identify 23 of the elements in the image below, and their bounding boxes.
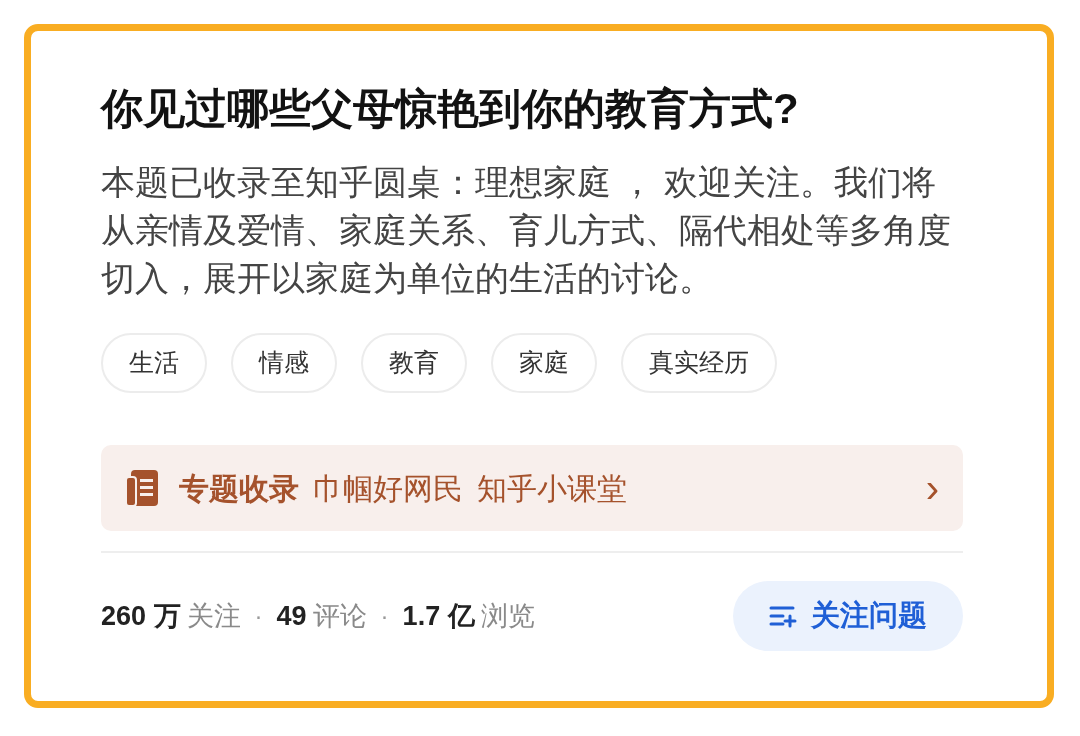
collection-link[interactable]: 知乎小课堂 (477, 465, 627, 511)
stat-label: 关注 (186, 599, 241, 633)
stat-label: 评论 (312, 599, 367, 633)
list-plus-icon (769, 604, 797, 628)
question-description: 本题已收录至知乎圆桌：理想家庭 ， 欢迎关注。我们将从亲情及爱情、家庭关系、育儿方式、隔代相处等多角度切入，展开以家庭为单位的生活的讨论。 (101, 163, 952, 299)
separator-dot: · (380, 601, 389, 631)
stat-value: 1.7 亿 (402, 599, 475, 633)
stat-value: 49 (276, 599, 307, 633)
topic-tag[interactable]: 生活 (101, 333, 207, 393)
topic-tag[interactable]: 真实经历 (621, 333, 777, 393)
follow-button[interactable]: 关注问题 (733, 581, 963, 651)
topic-tag[interactable]: 教育 (361, 333, 467, 393)
separator-dot: · (254, 601, 263, 631)
topic-tag[interactable]: 家庭 (491, 333, 597, 393)
collection-link[interactable]: 巾帼好网民 (313, 465, 463, 511)
collection-banner[interactable]: 专题收录 巾帼好网民 知乎小课堂 › (101, 445, 963, 531)
stat-value: 260 万 (101, 599, 181, 633)
topic-tag[interactable]: 情感 (231, 333, 337, 393)
document-icon (125, 469, 159, 507)
collection-label: 专题收录 (179, 470, 299, 507)
stat-label: 浏览 (480, 599, 535, 633)
question-title: 你见过哪些父母惊艳到你的教育方式? (101, 84, 800, 134)
chevron: › (925, 468, 939, 508)
